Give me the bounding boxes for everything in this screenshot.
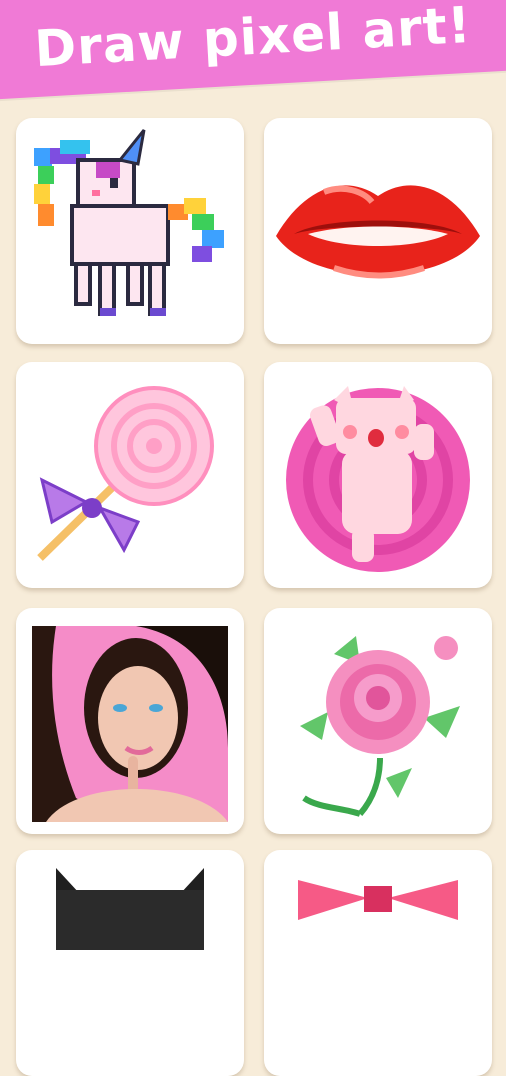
artwork-card-lips[interactable]	[264, 118, 492, 344]
artwork-card-cat[interactable]	[16, 850, 244, 1076]
lips-icon	[276, 185, 480, 279]
woman-portrait-image	[32, 626, 228, 822]
artwork-card-portrait[interactable]	[16, 608, 244, 834]
cat-icon	[56, 868, 204, 950]
lollipop-icon	[37, 386, 214, 561]
artwork-card-bow[interactable]	[264, 850, 492, 1076]
artwork-card-unicorn[interactable]	[16, 118, 244, 344]
artwork-grid	[0, 0, 506, 1076]
pink-bow-icon	[298, 880, 458, 920]
pink-cat-icon	[286, 386, 470, 572]
pink-rose-icon	[300, 636, 460, 817]
artwork-card-rose[interactable]	[264, 608, 492, 834]
artwork-card-lollipop[interactable]	[16, 362, 244, 588]
artwork-card-pink-cat[interactable]	[264, 362, 492, 588]
unicorn-icon	[34, 129, 224, 316]
